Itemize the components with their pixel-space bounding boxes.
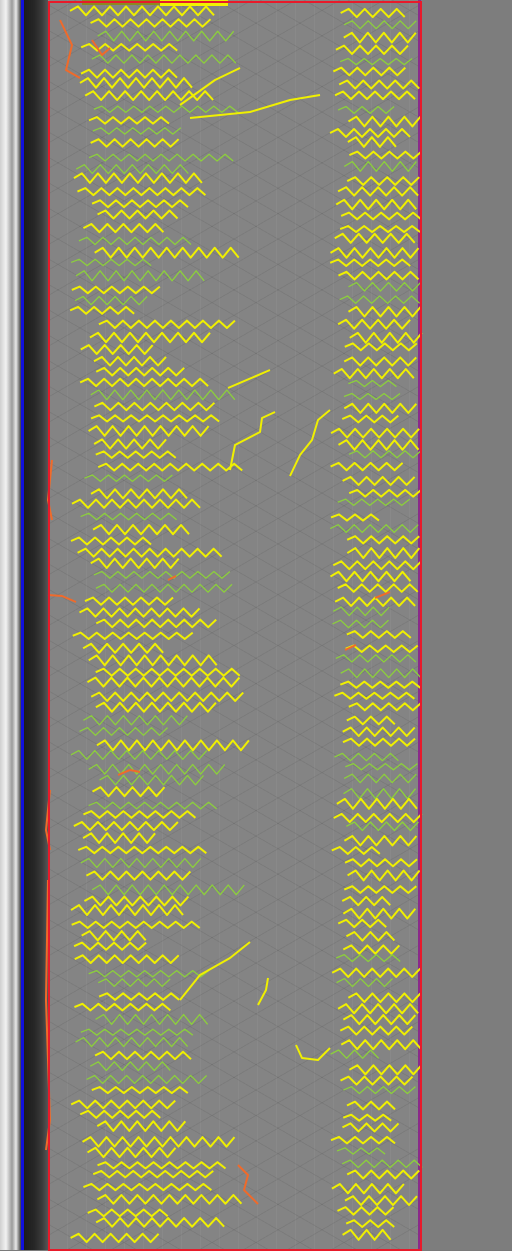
roi-rectangle [48, 1, 422, 1251]
